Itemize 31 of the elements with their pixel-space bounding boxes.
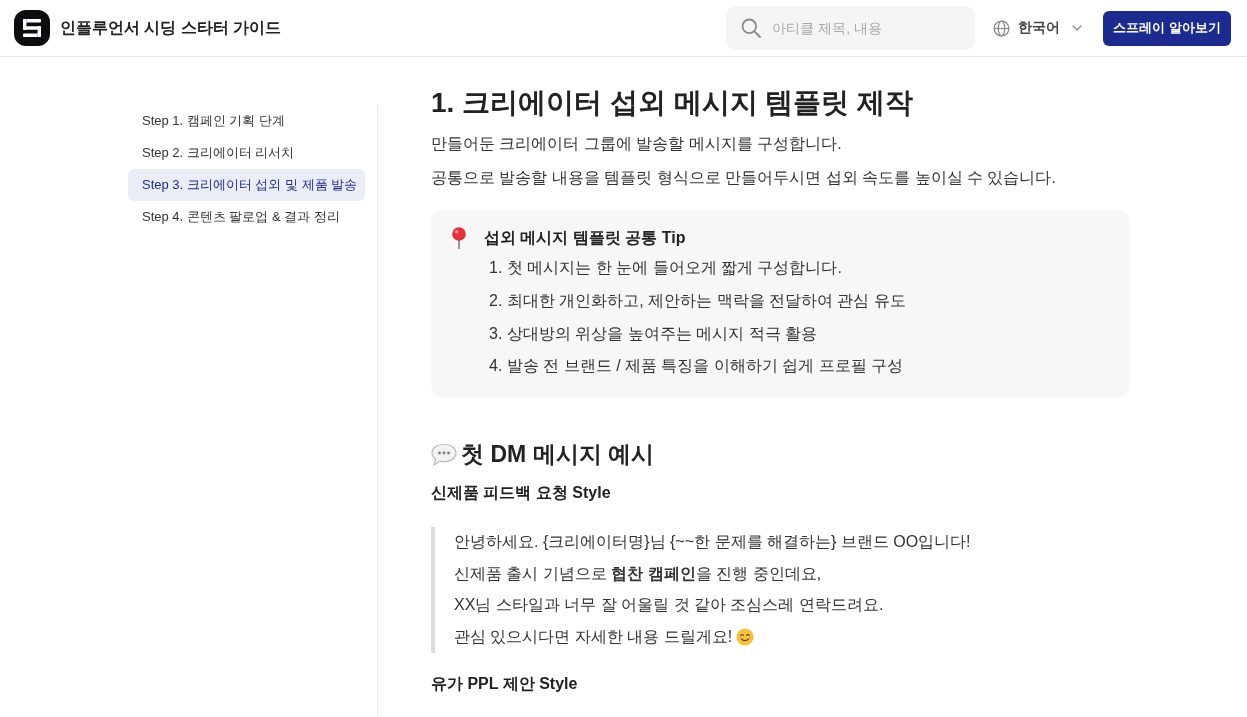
tip-item: 3. 상대방의 위상을 높여주는 메시지 적극 활용 xyxy=(489,323,818,344)
globe-icon xyxy=(993,19,1011,37)
tip-item: 4. 발송 전 브랜드 / 제품 특징을 이해하기 쉽게 프로필 구성 xyxy=(489,356,905,377)
sidebar-item[interactable]: Step 2. 크리에이터 리서치 xyxy=(128,137,365,169)
sidebar-item[interactable]: Step 4. 콘텐츠 팔로업 & 결과 정리 xyxy=(128,201,365,233)
speech-bubble-icon xyxy=(431,442,457,466)
sidebar-item[interactable]: Step 3. 크리에이터 섭외 및 제품 발송 xyxy=(128,169,365,201)
intro-text: 공통으로 발송할 내용을 템플릿 형식으로 만들어두시면 섭외 속도를 높이실 수 있습니다. xyxy=(431,168,1057,188)
quote-line: 안녕하세요. {크리에이터명}님 {~~한 문제를 해결하는} 브랜드 OO입니다! xyxy=(454,532,971,553)
search-icon xyxy=(741,18,762,38)
callout-title: 섭외 메시지 템플릿 공통 Tip xyxy=(484,227,686,248)
intro-text: 만들어둔 크리에이터 그룹에 발송할 메시지를 구성합니다. xyxy=(431,134,843,154)
quote-line: XX님 스타일과 너무 잘 어울릴 것 같아 조심스레 연락드려요. xyxy=(454,595,884,616)
sidebar-item[interactable]: Step 1. 캠페인 기획 단계 xyxy=(128,105,365,137)
language-selector[interactable]: 한국어 xyxy=(993,15,1083,41)
chevron-down-icon xyxy=(1072,25,1083,31)
subsection-title: 유가 PPL 제안 Style xyxy=(431,674,579,695)
smiley-icon xyxy=(736,628,755,647)
cta-button[interactable]: 스프레이 알아보기 xyxy=(1103,10,1231,46)
pin-icon xyxy=(449,227,469,249)
search-input[interactable]: 아티클 제목, 내용 xyxy=(772,13,976,43)
site-title: 인플루언서 시딩 스타터 가이드 xyxy=(60,17,282,38)
search-field[interactable]: 아티클 제목, 내용 xyxy=(726,6,976,50)
section-title: 첫 DM 메시지 예시 xyxy=(461,440,654,470)
subsection-title: 신제품 피드백 요청 Style xyxy=(431,483,612,504)
logo-icon[interactable] xyxy=(14,10,50,46)
quote-line: 관심 있으시다면 자세한 내용 드릴게요! xyxy=(454,626,733,647)
tip-item: 1. 첫 메시지는 한 눈에 들어오게 짧게 구성합니다. xyxy=(489,258,843,278)
article-title: 1. 크리에이터 섭외 메시지 템플릿 제작 xyxy=(431,86,915,120)
tip-item: 2. 최대한 개인화하고, 제안하는 맥락을 전달하여 관심 유도 xyxy=(489,290,907,311)
quote-line: 신제품 출시 기념으로 협찬 캠페인을 진행 중인데요, xyxy=(454,563,822,584)
